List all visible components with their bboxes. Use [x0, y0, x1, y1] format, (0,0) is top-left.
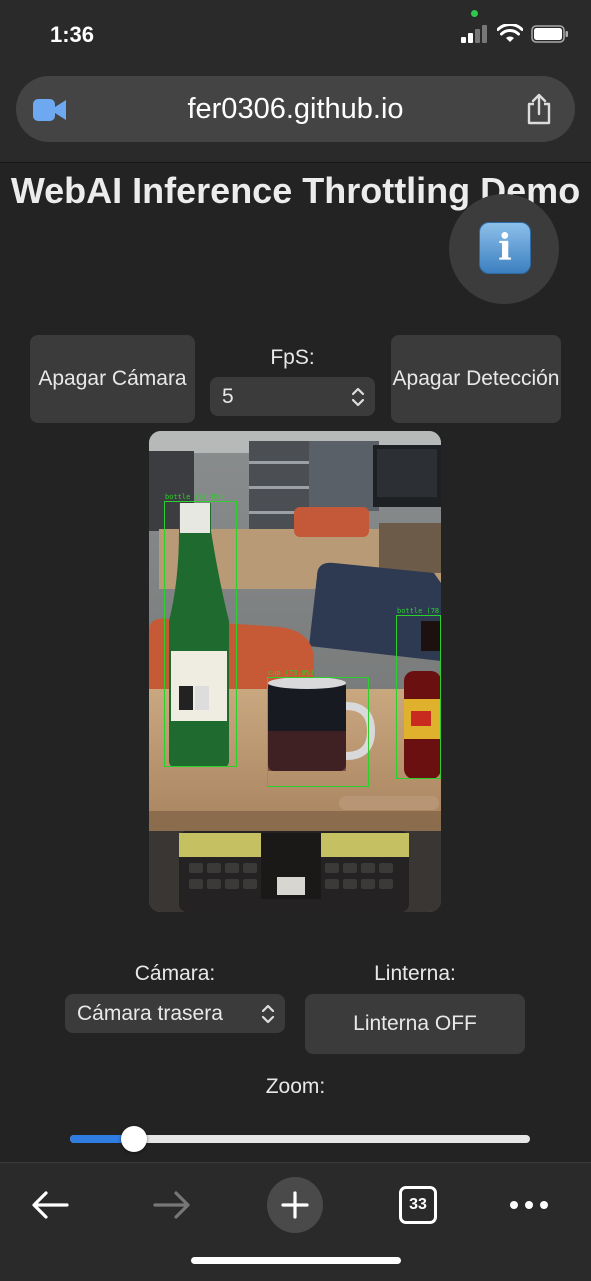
zoom-slider[interactable]: [70, 1126, 530, 1152]
tab-count-icon: 33: [399, 1186, 437, 1224]
url-text[interactable]: fer0306.github.io: [16, 93, 575, 126]
camera-feed: bottle (97.8%) cup (73.8%) bottle (78.4%…: [149, 431, 441, 912]
info-icon: i: [479, 222, 531, 274]
camera-toggle-button[interactable]: Apagar Cámara: [30, 335, 195, 423]
browser-header: fer0306.github.io: [0, 62, 591, 163]
zoom-label: Zoom:: [265, 1075, 326, 1098]
tabs-button[interactable]: 33: [396, 1175, 440, 1235]
cellular-signal-icon: [461, 25, 487, 43]
battery-icon: [531, 25, 568, 43]
forward-arrow-icon: [153, 1191, 190, 1219]
more-menu-button[interactable]: [505, 1175, 553, 1235]
fps-value: 5: [222, 384, 234, 408]
camera-select-value: Cámara trasera: [77, 1001, 223, 1025]
flashlight-label: Linterna:: [374, 962, 456, 985]
detection-label: bottle (97.8%): [165, 493, 225, 501]
detection-label: bottle (78.4%): [397, 607, 441, 615]
info-button[interactable]: i: [449, 194, 559, 304]
chevron-up-down-icon: [351, 387, 365, 406]
detection-box: bottle (78.4%): [396, 607, 441, 779]
camera-in-use-indicator: [471, 10, 478, 17]
detection-label: cup (73.8%): [268, 669, 315, 677]
more-dots-icon: [510, 1201, 548, 1209]
back-arrow-icon: [32, 1191, 69, 1219]
camera-select[interactable]: Cámara trasera: [65, 994, 285, 1033]
zoom-slider-thumb[interactable]: [121, 1126, 148, 1152]
status-time: 1:36: [50, 22, 95, 47]
detection-toggle-button[interactable]: Apagar Detección: [391, 335, 561, 423]
flashlight-button[interactable]: Linterna OFF: [305, 994, 525, 1054]
detection-box: bottle (97.8%): [164, 493, 237, 767]
fps-label: FpS:: [270, 346, 315, 369]
detection-box: cup (73.8%): [267, 669, 369, 787]
new-tab-button[interactable]: [267, 1175, 323, 1235]
share-icon[interactable]: [525, 93, 553, 125]
address-bar[interactable]: fer0306.github.io: [16, 76, 575, 142]
chevron-up-down-icon: [261, 1004, 275, 1023]
forward-button[interactable]: [144, 1175, 200, 1235]
home-indicator: [191, 1257, 401, 1264]
status-bar: 1:36: [0, 0, 591, 70]
camera-label: Cámara:: [134, 962, 216, 985]
wifi-icon: [497, 24, 523, 42]
plus-icon: [267, 1177, 323, 1233]
back-button[interactable]: [22, 1175, 78, 1235]
status-icons: [461, 24, 569, 44]
fps-select[interactable]: 5: [210, 377, 375, 416]
